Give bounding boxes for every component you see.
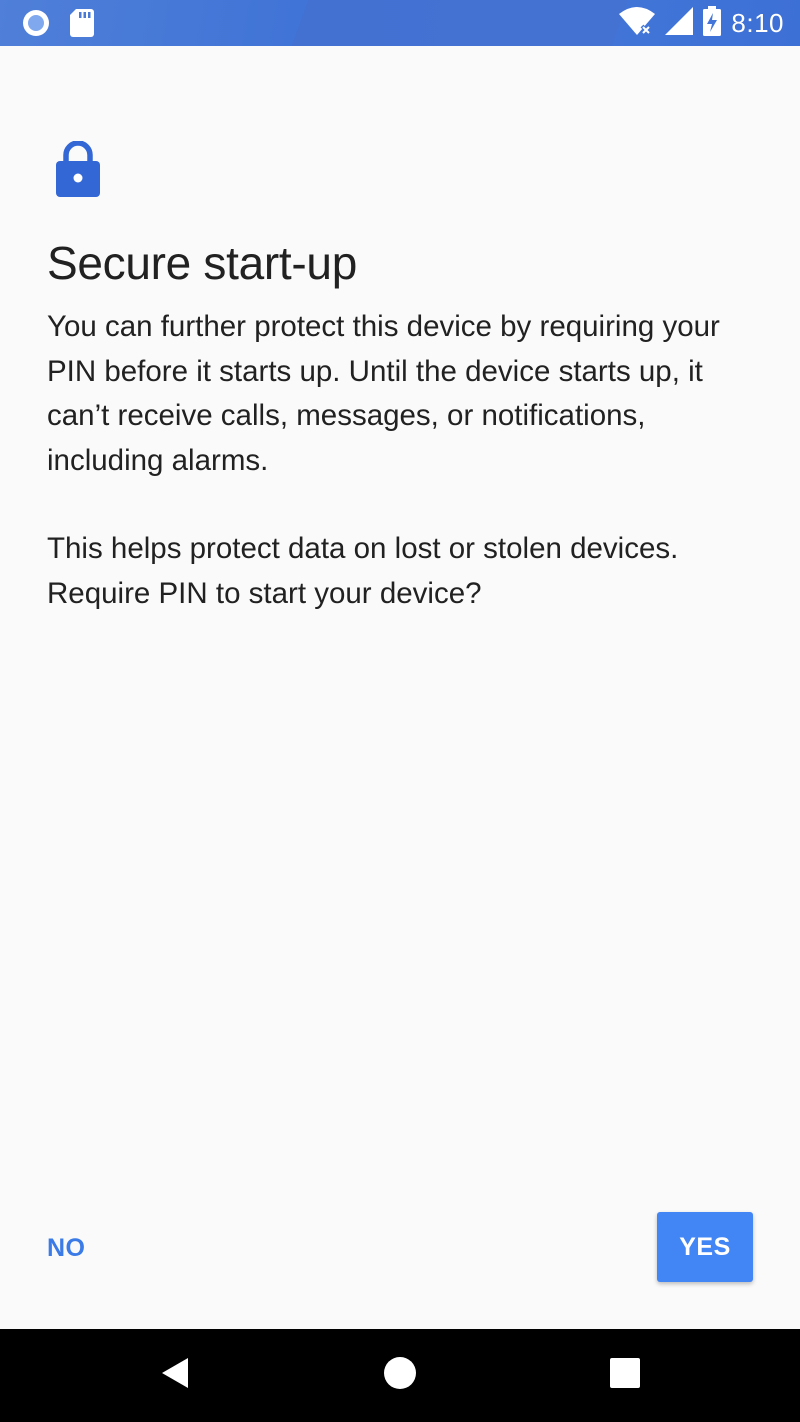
signal-icon (665, 6, 694, 40)
recents-icon (610, 1358, 640, 1393)
back-icon (160, 1356, 190, 1395)
status-bar: 8:10 (0, 0, 800, 46)
wifi-icon (619, 6, 656, 41)
recents-button[interactable] (580, 1329, 670, 1422)
status-bar-right: 8:10 (619, 5, 784, 41)
description-paragraph: You can further protect this device by r… (47, 310, 720, 477)
no-button[interactable]: NO (47, 1226, 86, 1270)
sd-card-icon (70, 9, 94, 42)
navigation-bar (0, 1329, 800, 1422)
battery-charging-icon (703, 5, 722, 41)
question-paragraph: This helps protect data on lost or stole… (47, 532, 679, 610)
lock-icon (56, 140, 100, 197)
circle-notification-icon (22, 9, 50, 42)
yes-button[interactable]: YES (657, 1212, 753, 1282)
back-button[interactable] (130, 1329, 220, 1422)
status-bar-sheen (291, 0, 629, 46)
home-icon (383, 1356, 417, 1395)
page-title: Secure start-up (47, 237, 357, 289)
status-bar-left (22, 9, 94, 42)
status-time: 8:10 (731, 7, 784, 38)
home-button[interactable] (355, 1329, 445, 1422)
